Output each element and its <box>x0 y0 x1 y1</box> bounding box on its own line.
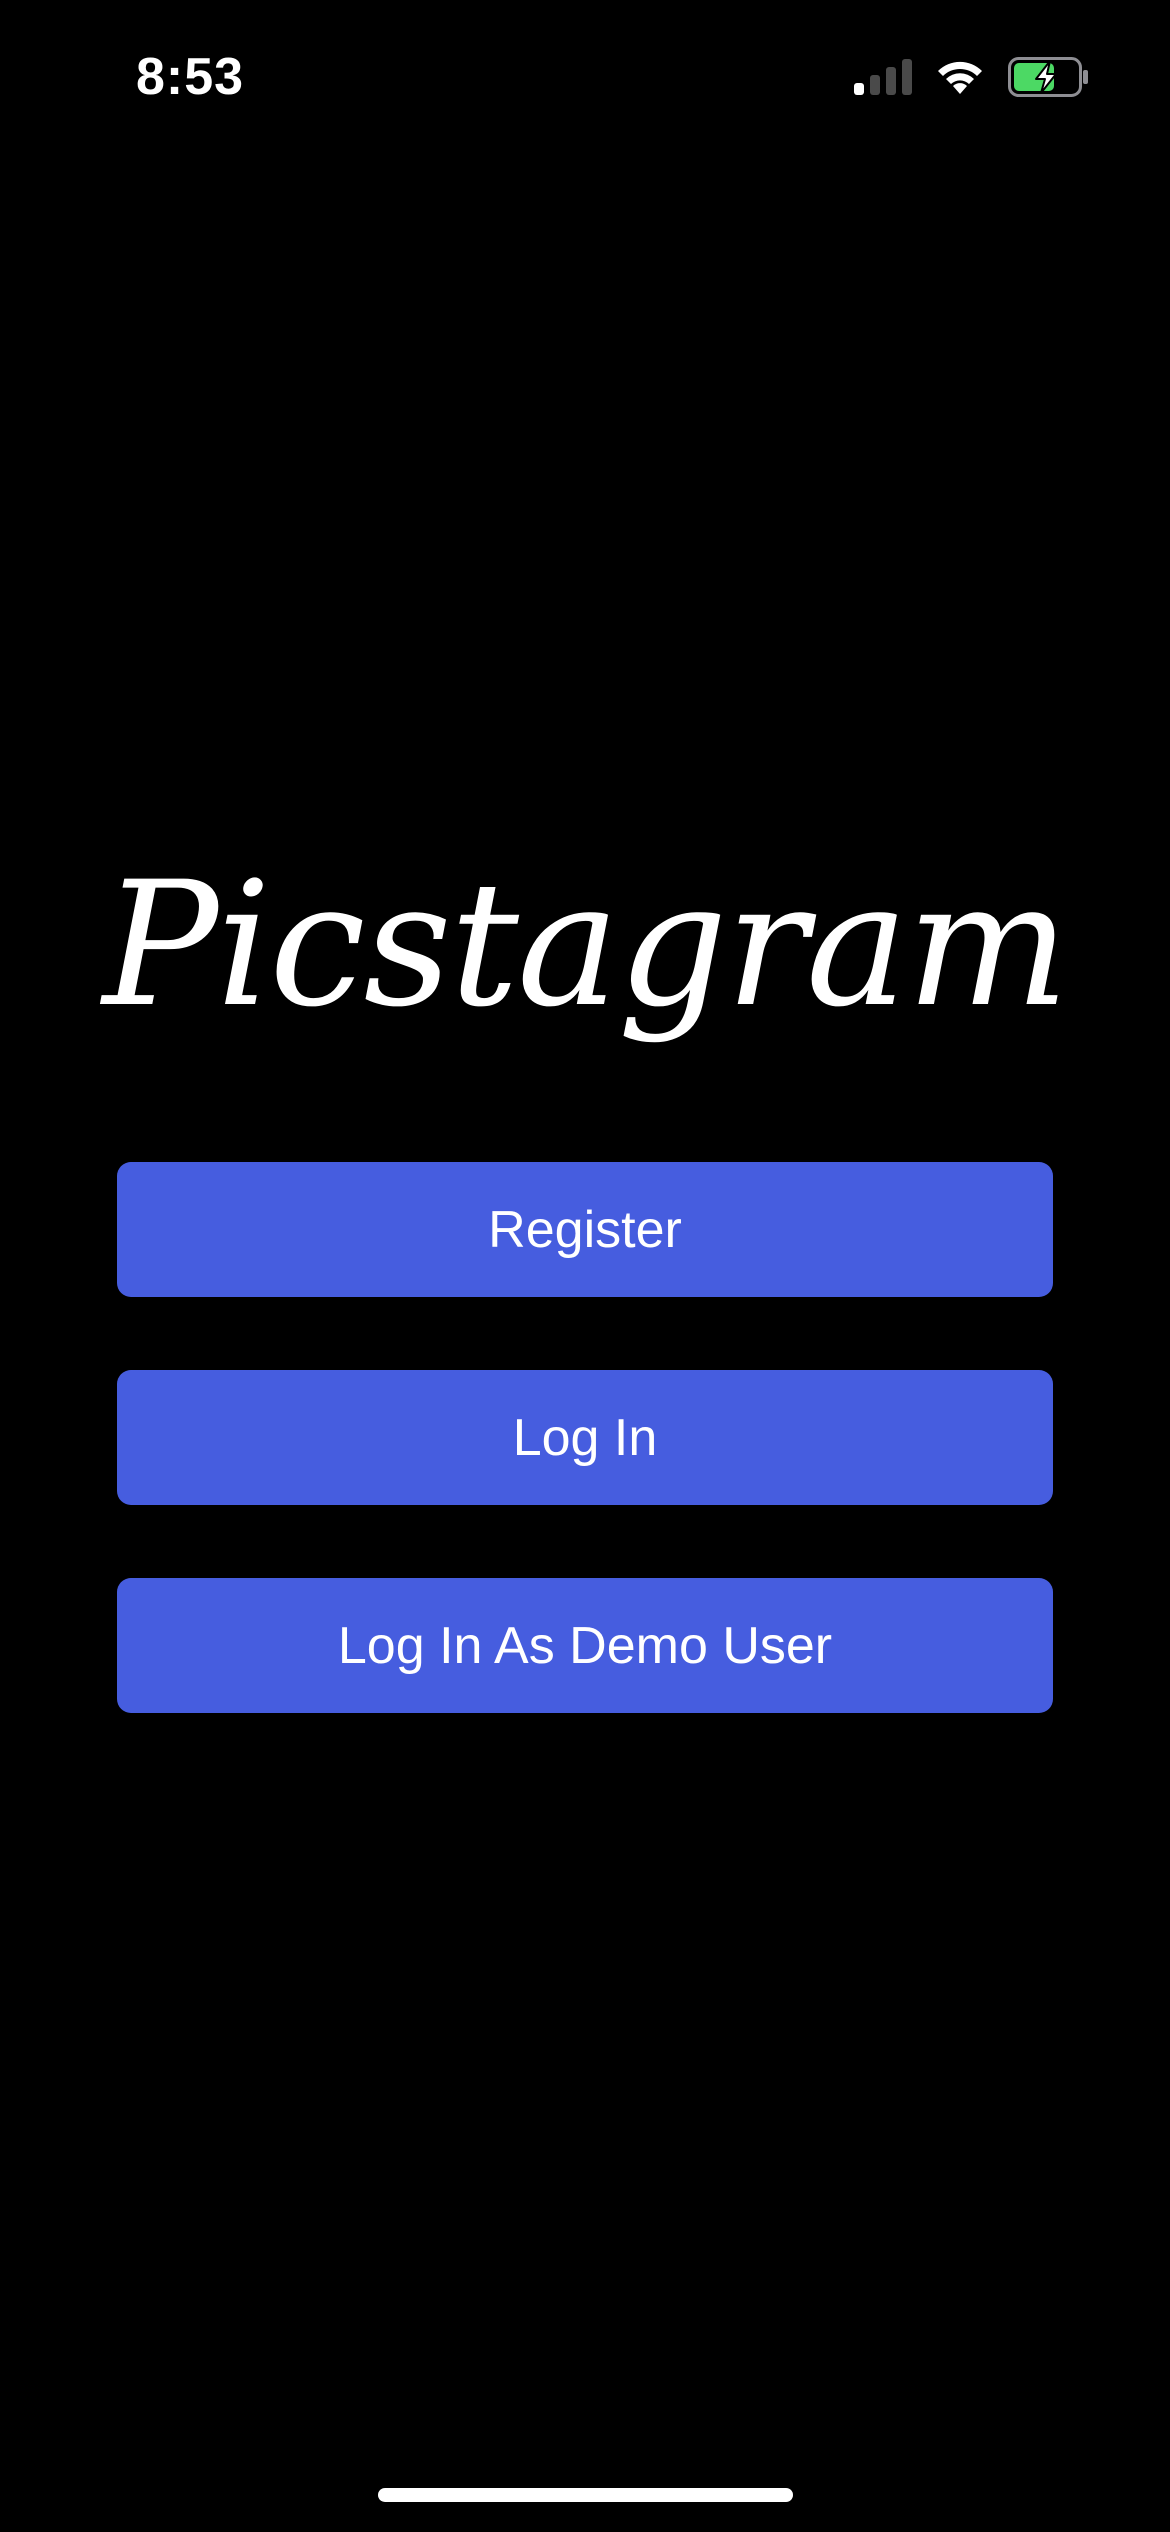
wifi-icon <box>934 58 986 96</box>
status-time: 8:53 <box>136 48 245 106</box>
status-icons <box>854 52 1090 102</box>
login-button[interactable]: Log In <box>117 1370 1053 1505</box>
cellular-signal-icon <box>854 59 912 95</box>
register-button[interactable]: Register <box>117 1162 1053 1297</box>
home-indicator[interactable] <box>378 2488 793 2502</box>
auth-actions: Register Log In Log In As Demo User <box>117 1162 1053 1713</box>
demo-login-button[interactable]: Log In As Demo User <box>117 1578 1053 1713</box>
status-bar: 8:53 <box>0 0 1170 150</box>
app-logo: Picstagram <box>102 844 1070 1045</box>
battery-charging-icon <box>1008 57 1090 97</box>
